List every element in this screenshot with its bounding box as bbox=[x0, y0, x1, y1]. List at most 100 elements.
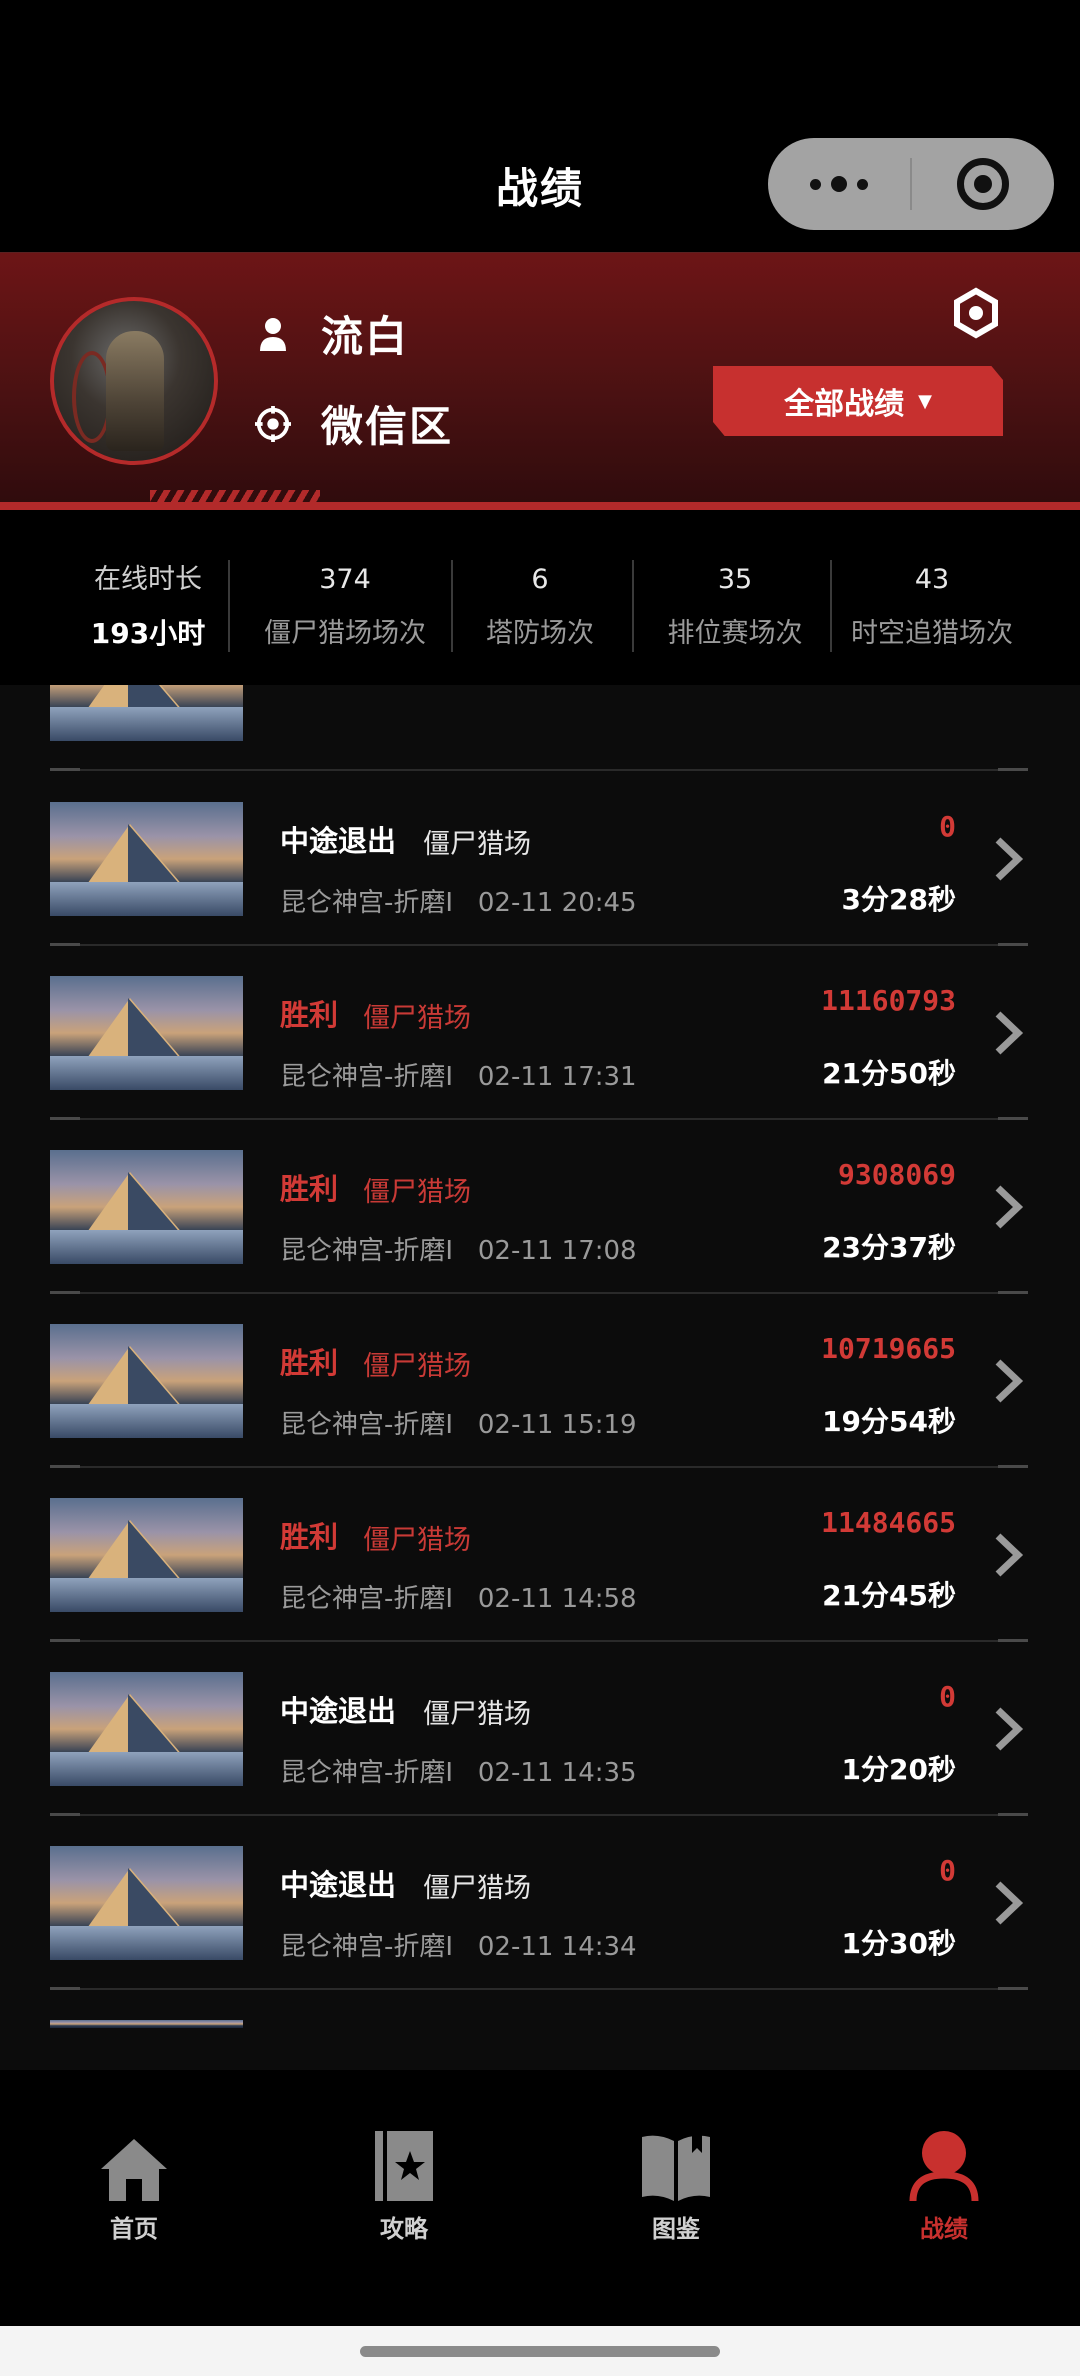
map-thumbnail bbox=[50, 976, 243, 1090]
divider bbox=[632, 560, 634, 652]
map-thumbnail bbox=[50, 1672, 243, 1786]
divider bbox=[228, 560, 230, 652]
tab-home[interactable]: 首页 bbox=[54, 2125, 214, 2244]
tab-records[interactable]: 战绩 bbox=[864, 2125, 1024, 2244]
chevron-right-icon bbox=[988, 1008, 1028, 1058]
divider bbox=[451, 560, 453, 652]
match-duration: 19分54秒 bbox=[822, 1405, 956, 1438]
map-thumbnail bbox=[50, 802, 243, 916]
match-time: 02-11 14:35 bbox=[477, 1758, 637, 1788]
stats-bar: 在线时长 193小时 374 僵尸猎场场次 6 塔防场次 35 排位赛场次 43… bbox=[0, 510, 1080, 685]
match-score: 0 bbox=[939, 810, 956, 843]
list-item[interactable] bbox=[50, 685, 1028, 771]
caret-down-icon: ▼ bbox=[918, 390, 932, 412]
list-item[interactable]: 胜利 僵尸猎场 昆仑神宫-折磨I 02-11 15:19 10719665 19分54秒 bbox=[50, 1294, 1028, 1468]
user-icon bbox=[909, 2131, 979, 2202]
divider bbox=[830, 560, 832, 652]
stat-label: 时空追猎场次 bbox=[851, 618, 1013, 649]
match-time: 02-11 17:31 bbox=[477, 1062, 637, 1092]
match-result: 胜利 bbox=[280, 998, 339, 1032]
stat-value: 374 bbox=[319, 564, 371, 595]
map-difficulty: 昆仑神宫-折磨I 02-11 14:35 bbox=[280, 1758, 637, 1788]
match-duration: 23分37秒 bbox=[822, 1231, 956, 1264]
match-time: 02-11 20:45 bbox=[477, 888, 637, 918]
open-book-icon bbox=[642, 2133, 710, 2201]
tab-guide[interactable]: 攻略 bbox=[324, 2125, 484, 2244]
tab-label: 首页 bbox=[110, 2215, 158, 2243]
stat-value: 193小时 bbox=[90, 617, 206, 650]
more-dot-icon bbox=[857, 178, 868, 190]
match-score: 11160793 bbox=[821, 984, 956, 1017]
match-result: 胜利 bbox=[280, 1172, 339, 1206]
record-list[interactable]: 中途退出 僵尸猎场 昆仑神宫-折磨I 02-11 20:45 0 3分28秒 胜利 僵尸猎场… bbox=[0, 685, 1080, 2070]
chevron-right-icon bbox=[988, 1704, 1028, 1754]
chevron-right-icon bbox=[988, 1530, 1028, 1580]
decor-stripe bbox=[0, 502, 1080, 510]
miniprogram-capsule bbox=[768, 138, 1054, 230]
chevron-right-icon bbox=[988, 834, 1028, 884]
tab-collection[interactable]: 图鉴 bbox=[596, 2125, 756, 2244]
list-item[interactable] bbox=[50, 1990, 1028, 2070]
tab-label: 攻略 bbox=[380, 2215, 428, 2243]
match-result: 胜利 bbox=[280, 1346, 339, 1380]
stat-value: 43 bbox=[914, 564, 950, 595]
map-difficulty: 昆仑神宫-折磨I 02-11 17:31 bbox=[280, 1062, 637, 1092]
match-result: 胜利 bbox=[280, 1520, 339, 1554]
top-bar: 战绩 bbox=[0, 0, 1080, 252]
region-name: 微信区 bbox=[321, 402, 454, 451]
hexagon-settings-icon bbox=[954, 287, 998, 339]
map-thumbnail bbox=[50, 685, 243, 741]
map-difficulty: 昆仑神宫-折磨I 02-11 14:58 bbox=[280, 1584, 637, 1614]
system-home-indicator bbox=[0, 2326, 1080, 2376]
more-dot-icon bbox=[831, 176, 847, 192]
more-dot-icon bbox=[810, 178, 821, 190]
stat-label: 僵尸猎场场次 bbox=[264, 618, 426, 649]
list-item[interactable]: 中途退出 僵尸猎场 昆仑神宫-折磨I 02-11 14:34 0 1分30秒 bbox=[50, 1816, 1028, 1990]
match-duration: 21分45秒 bbox=[822, 1579, 956, 1612]
match-duration: 3分28秒 bbox=[841, 883, 956, 916]
stat-value: 35 bbox=[717, 564, 753, 595]
match-duration: 1分20秒 bbox=[841, 1753, 956, 1786]
map-thumbnail bbox=[50, 1498, 243, 1612]
map-difficulty: 昆仑神宫-折磨I 02-11 17:08 bbox=[280, 1236, 637, 1266]
target-icon bbox=[957, 158, 1009, 210]
map-thumbnail bbox=[50, 2020, 243, 2028]
more-menu-button[interactable] bbox=[768, 138, 910, 230]
list-item[interactable]: 中途退出 僵尸猎场 昆仑神宫-折磨I 02-11 20:45 0 3分28秒 bbox=[50, 772, 1028, 946]
match-duration: 21分50秒 bbox=[822, 1057, 956, 1090]
list-item[interactable]: 中途退出 僵尸猎场 昆仑神宫-折磨I 02-11 14:35 0 1分20秒 bbox=[50, 1642, 1028, 1816]
map-thumbnail bbox=[50, 1324, 243, 1438]
filter-label: 全部战绩 bbox=[784, 387, 905, 422]
game-mode: 僵尸猎场 bbox=[423, 1699, 531, 1730]
close-miniprogram-button[interactable] bbox=[912, 158, 1054, 210]
stat-label: 排位赛场次 bbox=[667, 618, 803, 649]
stat-zombie-hunt: 374 僵尸猎场场次 bbox=[240, 560, 450, 660]
match-score: 10719665 bbox=[821, 1332, 956, 1365]
profile-header: 流白 微信区 全部战绩 ▼ bbox=[0, 252, 1080, 510]
chevron-right-icon bbox=[988, 1878, 1028, 1928]
match-result: 中途退出 bbox=[280, 1868, 397, 1902]
match-result: 中途退出 bbox=[280, 1694, 397, 1728]
game-mode: 僵尸猎场 bbox=[363, 1525, 471, 1556]
map-difficulty: 昆仑神宫-折磨I 02-11 14:34 bbox=[280, 1932, 637, 1962]
crosshair-icon bbox=[255, 405, 291, 442]
settings-button[interactable] bbox=[950, 287, 1002, 339]
tab-label: 战绩 bbox=[920, 2215, 968, 2243]
guide-book-icon bbox=[375, 2131, 433, 2201]
list-item[interactable]: 胜利 僵尸猎场 昆仑神宫-折磨I 02-11 14:58 11484665 21分45秒 bbox=[50, 1468, 1028, 1642]
list-item[interactable]: 胜利 僵尸猎场 昆仑神宫-折磨I 02-11 17:31 11160793 21分50秒 bbox=[50, 946, 1028, 1120]
stat-tower-defense: 6 塔防场次 bbox=[460, 560, 620, 660]
record-filter-dropdown[interactable]: 全部战绩 ▼ bbox=[713, 366, 1003, 436]
stat-label: 塔防场次 bbox=[486, 618, 594, 649]
game-mode: 僵尸猎场 bbox=[423, 1873, 531, 1904]
match-time: 02-11 17:08 bbox=[477, 1236, 637, 1266]
list-item[interactable]: 胜利 僵尸猎场 昆仑神宫-折磨I 02-11 17:08 9308069 23分37秒 bbox=[50, 1120, 1028, 1294]
stat-online-time: 在线时长 193小时 bbox=[78, 560, 218, 660]
map-thumbnail bbox=[50, 1846, 243, 1960]
match-score: 9308069 bbox=[837, 1158, 956, 1191]
avatar bbox=[50, 297, 218, 465]
chevron-right-icon bbox=[988, 1356, 1028, 1406]
match-duration: 1分30秒 bbox=[841, 1927, 956, 1960]
game-mode: 僵尸猎场 bbox=[363, 1351, 471, 1382]
stat-label: 在线时长 bbox=[94, 564, 202, 595]
